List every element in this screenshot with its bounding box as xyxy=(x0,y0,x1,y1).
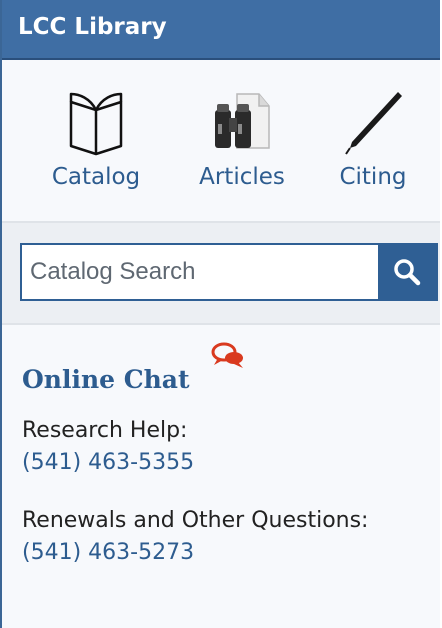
online-chat-link[interactable]: Online Chat xyxy=(22,365,190,394)
online-chat-row: Online Chat xyxy=(22,325,440,415)
contact-label: Research Help: xyxy=(22,418,188,443)
nav-label-articles: Articles xyxy=(199,164,285,190)
contact-block-research: Research Help: (541) 463-5355 xyxy=(22,415,440,479)
resource-nav: Catalog Articles Citing xyxy=(2,60,440,223)
widget-title: LCC Library xyxy=(18,14,167,40)
nav-item-articles[interactable]: Articles xyxy=(190,88,294,190)
search-section xyxy=(2,223,440,325)
phone-link[interactable]: (541) 463-5355 xyxy=(22,447,440,479)
widget-header: LCC Library xyxy=(2,0,440,60)
search-button[interactable] xyxy=(378,245,436,299)
search-icon xyxy=(394,259,421,286)
catalog-search-form xyxy=(20,243,438,301)
chat-bubbles-icon[interactable] xyxy=(210,341,246,369)
book-icon xyxy=(69,92,123,156)
nav-item-catalog[interactable]: Catalog xyxy=(46,88,146,190)
nav-item-citing[interactable]: Citing xyxy=(330,88,416,190)
contact-section: Online Chat Research Help: (541) 463-535… xyxy=(2,325,440,569)
library-widget: LCC Library Catalog Articles Citing Cata… xyxy=(0,0,440,628)
nav-label-citing: Citing xyxy=(339,164,407,190)
pen-icon xyxy=(345,92,402,155)
phone-link[interactable]: (541) 463-5273 xyxy=(22,537,440,569)
contact-label: Renewals and Other Questions: xyxy=(22,508,369,533)
catalog-search-input[interactable] xyxy=(22,245,378,299)
contact-block-renewals: Renewals and Other Questions: (541) 463-… xyxy=(22,505,440,569)
binoculars-icon xyxy=(215,93,270,149)
nav-label-catalog: Catalog xyxy=(51,164,141,190)
